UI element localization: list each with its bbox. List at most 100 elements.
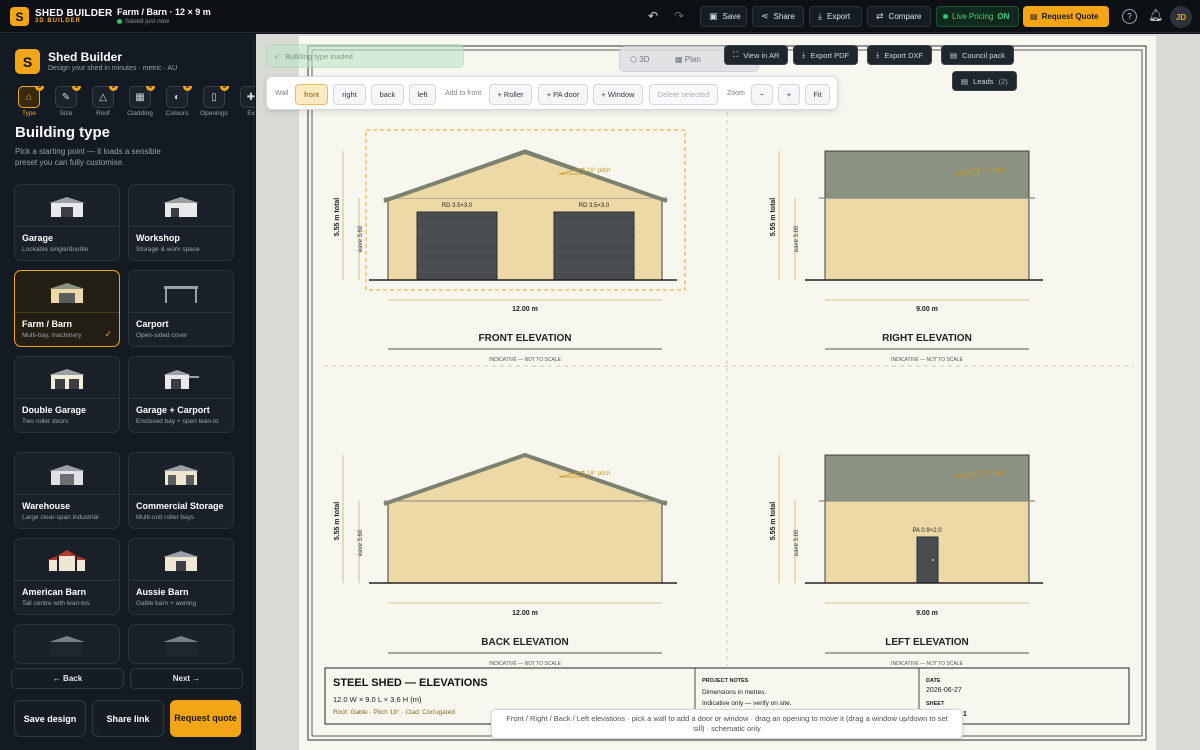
step-ex[interactable]: ✚ (240, 86, 255, 108)
council-pack-button[interactable]: ▤ Council pack (941, 45, 1015, 65)
step-openings[interactable]: ▯ 3 (203, 86, 229, 108)
export-button[interactable]: ⤓ Export (809, 6, 862, 27)
building-thumbnail (15, 357, 119, 399)
zoom-out-button[interactable]: − (751, 84, 773, 105)
building-type-card[interactable]: Carport Open-sided cover (128, 270, 234, 347)
avatar[interactable]: JD (1170, 6, 1192, 28)
wall-left-button[interactable]: left (409, 84, 436, 105)
wall-toolbar: Wall front right back left Add to front … (266, 76, 838, 110)
pa-door-label: PA 0.9×2.0 (912, 528, 942, 534)
zoom-fit-button[interactable]: Fit (805, 84, 830, 105)
building-type-desc: Two roller doors (22, 418, 69, 425)
step-colours[interactable]: ◐ 0 (166, 86, 192, 108)
building-thumbnail (129, 625, 233, 663)
building-type-description: Pick a starting point — it loads a sensi… (15, 147, 161, 167)
compare-button[interactable]: ⇄ Compare (867, 6, 931, 27)
building-thumbnail (15, 185, 119, 227)
wall-back-button[interactable]: back (371, 84, 404, 105)
building-type-card[interactable]: Aussie Barn Gable barn + awning (128, 538, 234, 615)
building-type-card[interactable]: Garage Lockable single/double (14, 184, 120, 261)
view-in-ar-button[interactable]: ⛶ View in AR (724, 45, 789, 65)
building-type-card[interactable]: Double Garage Two roller doors (14, 356, 120, 433)
save-design-button[interactable]: Save design (14, 700, 86, 737)
step-roof[interactable]: △ 0 (92, 86, 118, 108)
live-pricing-label: Live Pricing (952, 12, 994, 21)
roof-icon: △ (99, 91, 107, 103)
right-width-label: 9.00 m (916, 306, 938, 313)
pa-door (916, 536, 939, 584)
share-icon: ⋖ (761, 11, 769, 21)
building-type-card[interactable]: Workshop Storage & work space (128, 184, 234, 261)
download-icon: ⤓ (876, 50, 880, 59)
right-roof (824, 150, 1030, 199)
sheet-value: 1 (963, 711, 967, 718)
right-indicative: INDICATIVE — NOT TO SCALE (891, 357, 964, 363)
back-elevation[interactable]: 18° pitch 5.55 m total eave 3.60 12.00 m… (334, 452, 677, 667)
palette-icon: ◐ (173, 91, 181, 103)
right-elevation[interactable]: 18° pitch 5.55 m total eave 3.60 9.00 m … (770, 150, 1043, 363)
step-size[interactable]: ✎ 0 (55, 86, 81, 108)
bell-icon[interactable]: 🔔︎ (1148, 8, 1163, 22)
share-link-button[interactable]: Share link (92, 700, 164, 737)
left-elevation[interactable]: PA 0.9×2.0 18° pitch 5.55 m total eave 3… (770, 454, 1043, 667)
wall-right-button[interactable]: right (333, 84, 366, 105)
building-thumbnail (15, 271, 119, 313)
front-elevation[interactable]: RD 3.5×3.0 RD 3.5×3.0 18° pitch 5.55 m t… (334, 129, 686, 363)
building-type-card[interactable]: American Barn Tall centre with lean-tos (14, 538, 120, 615)
back-button[interactable]: ← Back (11, 668, 124, 689)
building-type-card[interactable] (14, 624, 120, 664)
right-title: RIGHT ELEVATION (882, 333, 972, 344)
delete-selected-button[interactable]: Delete selected (649, 84, 718, 105)
live-dot-icon (943, 14, 948, 19)
front-width-label: 12.00 m (512, 306, 538, 313)
step-badge: 0 (183, 86, 192, 91)
add-roller-button[interactable]: + Roller (489, 84, 532, 105)
help-icon[interactable]: ? (1122, 9, 1137, 24)
drawing-sheet: RD 3.5×3.0 RD 3.5×3.0 18° pitch 5.55 m t… (299, 36, 1156, 750)
building-type-card[interactable]: Commercial Storage Multi-unit roller bays (128, 452, 234, 529)
request-quote-sidebar-button[interactable]: Request quote (170, 700, 241, 737)
undo-icon[interactable]: ↶ (648, 9, 658, 23)
building-type-card[interactable]: Warehouse Large clear-span industrial (14, 452, 120, 529)
building-type-card[interactable]: Garage + Carport Enclosed bay + open lean… (128, 356, 234, 433)
left-title: LEFT ELEVATION (885, 637, 969, 648)
add-window-button[interactable]: + Window (593, 84, 643, 105)
live-pricing-toggle[interactable]: Live Pricing ON (936, 6, 1019, 27)
wall-front-button[interactable]: front (295, 84, 328, 105)
notes-heading: PROJECT NOTES (702, 678, 749, 684)
step-type[interactable]: ⌂ 0 (18, 86, 44, 108)
save-label: Save (722, 12, 741, 21)
wall-label: Wall (275, 90, 289, 97)
next-button[interactable]: Next → (130, 668, 243, 689)
building-type-card[interactable]: Farm / Barn Multi-bay, machinery ✓ (14, 270, 120, 347)
building-type-desc: Lockable single/double (22, 246, 89, 253)
back-indicative: INDICATIVE — NOT TO SCALE (489, 661, 562, 667)
export-dxf-button[interactable]: ⤓ Export DXF (867, 45, 933, 65)
view-3d-tab[interactable]: ⬡ 3D (630, 55, 649, 64)
note-1: Dimensions in metres. (702, 689, 766, 696)
share-button[interactable]: ⋖ Share (752, 6, 804, 27)
document-icon: ▤ (950, 50, 958, 60)
export-pdf-button[interactable]: ⤓ Export PDF (793, 45, 859, 65)
check-icon: ✓ (274, 51, 281, 61)
add-pa-door-button[interactable]: + PA door (538, 84, 588, 105)
back-wall (387, 500, 663, 584)
request-quote-button[interactable]: ▤ Request Quote (1023, 6, 1109, 27)
left-width-label: 9.00 m (916, 610, 938, 617)
export-label: Export (826, 12, 851, 21)
step-cladding[interactable]: ▦ 0 (129, 86, 155, 108)
project-title: Farm / Barn · 12 × 9 m (117, 7, 211, 17)
redo-icon[interactable]: ↷ (674, 9, 684, 23)
building-type-card[interactable] (128, 624, 234, 664)
building-thumbnail (129, 271, 233, 313)
drawing-canvas[interactable]: RD 3.5×3.0 RD 3.5×3.0 18° pitch 5.55 m t… (256, 34, 1200, 750)
view-in-ar-label: View in AR (743, 50, 780, 60)
leads-button[interactable]: ▤ Leads (2) (952, 71, 1017, 91)
zoom-in-button[interactable]: + (778, 84, 800, 105)
door-icon: ▯ (211, 91, 217, 103)
building-type-name: Workshop (136, 233, 180, 243)
save-button[interactable]: ▣ Save (700, 6, 747, 27)
building-type-desc: Large clear-span industrial (22, 514, 99, 521)
front-total-label: 5.55 m total (334, 198, 341, 237)
view-plan-tab[interactable]: ▦ Plan (675, 55, 701, 64)
